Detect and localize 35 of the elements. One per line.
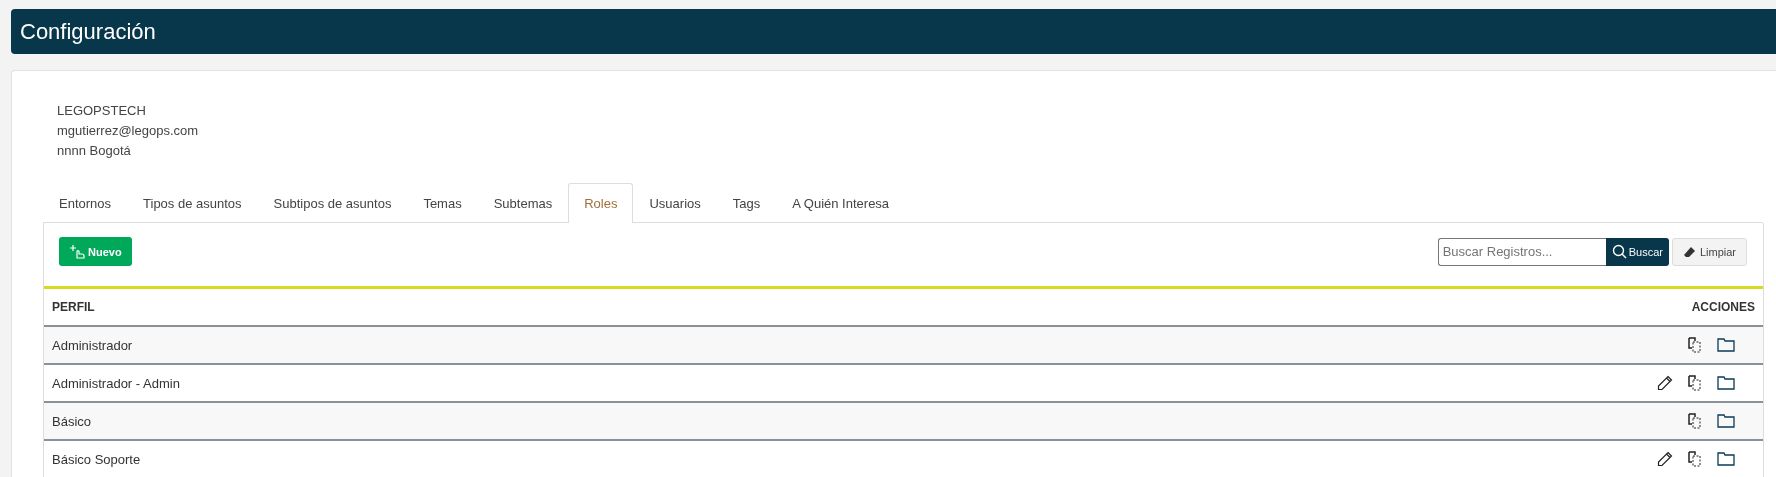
copy-icon[interactable] <box>1688 413 1702 429</box>
column-header: ACCIONES <box>1691 300 1755 314</box>
tab[interactable]: Temas <box>407 183 478 223</box>
tab[interactable]: A Quién Interesa <box>776 183 906 223</box>
table-cell: Administrador <box>52 337 133 353</box>
account-info: LEGOPSTECH <box>57 102 146 120</box>
pencil-icon[interactable] <box>1657 375 1673 391</box>
tab[interactable]: Roles <box>568 183 634 223</box>
table-cell: Administrador - Admin <box>52 375 180 391</box>
account-info: nnnn Bogotá <box>57 142 131 160</box>
tab[interactable]: Tipos de asuntos <box>127 183 258 223</box>
folder-icon[interactable] <box>1717 376 1735 390</box>
copy-icon[interactable] <box>1688 337 1702 353</box>
table-cell: Básico Soporte <box>52 451 141 467</box>
tab[interactable]: Subtemas <box>477 183 569 223</box>
folder-icon[interactable] <box>1717 414 1735 428</box>
folder-icon[interactable] <box>1717 452 1735 466</box>
copy-icon[interactable] <box>1688 375 1702 391</box>
column-header: PERFIL <box>52 300 95 314</box>
folder-icon[interactable] <box>1717 338 1735 352</box>
search-field[interactable]: Buscar Registros... <box>1437 237 1606 266</box>
account-info: mgutierrez@legops.com <box>57 122 199 140</box>
tab[interactable]: Entornos <box>43 183 128 223</box>
add-pointer-icon <box>69 244 85 259</box>
tab[interactable]: Tags <box>716 183 777 223</box>
clear-button[interactable]: Limpiar <box>1671 237 1747 266</box>
eraser-icon <box>1682 245 1696 258</box>
page-title: Configuración <box>20 18 156 45</box>
copy-icon[interactable] <box>1688 451 1702 467</box>
search-button[interactable]: Buscar <box>1605 237 1669 266</box>
table-cell: Básico <box>52 413 92 429</box>
tab[interactable]: Subtipos de asuntos <box>257 183 408 223</box>
pencil-icon[interactable] <box>1657 451 1673 467</box>
search-icon <box>1611 244 1627 259</box>
tab[interactable]: Usuarios <box>633 183 717 223</box>
